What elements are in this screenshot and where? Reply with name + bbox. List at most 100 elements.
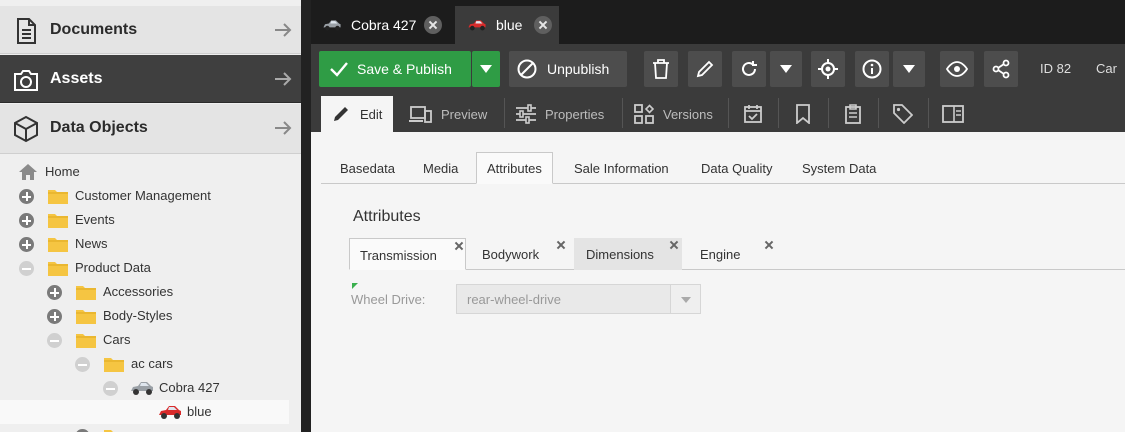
tree-item-events[interactable]: Events	[0, 208, 289, 232]
tab-system-data[interactable]: System Data	[792, 152, 886, 184]
tab-dependencies[interactable]	[781, 96, 825, 132]
object-editor-content: Basedata Media Attributes Sale Informati…	[311, 132, 1125, 432]
ban-icon	[517, 59, 537, 79]
info-button[interactable]	[855, 51, 889, 87]
tab-attributes[interactable]: Attributes	[476, 152, 553, 184]
expand-icon[interactable]	[19, 237, 34, 252]
tab-transmission[interactable]: Transmission	[349, 238, 466, 270]
close-icon[interactable]	[669, 240, 679, 250]
collapse-icon[interactable]	[75, 357, 90, 372]
tab-engine[interactable]: Engine	[686, 238, 776, 270]
tree-item-cobra-427[interactable]: Cobra 427	[0, 376, 289, 400]
tab-data-quality[interactable]: Data Quality	[691, 152, 783, 184]
info-options-dropdown[interactable]	[893, 51, 925, 87]
tab-edit[interactable]: Edit	[321, 96, 393, 132]
reload-options-dropdown[interactable]	[770, 51, 802, 87]
folder-icon	[48, 262, 68, 276]
share-button[interactable]	[984, 51, 1018, 87]
delete-button[interactable]	[644, 51, 678, 87]
expand-icon[interactable]	[47, 285, 62, 300]
preview-button[interactable]	[940, 51, 974, 87]
tree-item-label: Cobra 427	[159, 380, 220, 395]
documents-label: Documents	[50, 21, 138, 38]
split-panel-icon	[942, 105, 964, 123]
tab-label: Engine	[700, 247, 741, 262]
collapse-icon[interactable]	[47, 333, 62, 348]
doc-tab-cobra-427[interactable]: Cobra 427	[311, 6, 454, 44]
data-objects-panel-header[interactable]: Data Objects	[0, 104, 301, 154]
pencil-icon	[334, 107, 348, 121]
tab-notes[interactable]	[831, 96, 875, 132]
tab-versions[interactable]: Versions	[625, 96, 725, 132]
tab-divider	[878, 98, 879, 128]
bookmark-icon	[796, 104, 810, 124]
reload-button[interactable]	[732, 51, 766, 87]
tree-item-ac-cars[interactable]: ac cars	[0, 352, 289, 376]
unpublish-button[interactable]: Unpublish	[509, 51, 627, 87]
tag-icon	[893, 104, 913, 124]
tab-properties[interactable]: Properties	[507, 96, 619, 132]
tree-item-accessories[interactable]: Accessories	[0, 280, 289, 304]
documents-panel-header[interactable]: Documents	[0, 6, 301, 54]
arrow-right-icon[interactable]	[273, 118, 293, 138]
tree-item-home[interactable]: Home	[0, 160, 289, 184]
rename-button[interactable]	[688, 51, 722, 87]
folder-icon	[104, 358, 124, 372]
tree-item-customer-management[interactable]: Customer Management	[0, 184, 289, 208]
tab-tags[interactable]	[881, 96, 925, 132]
folder-icon	[76, 334, 96, 348]
expand-icon[interactable]	[19, 213, 34, 228]
close-icon[interactable]	[764, 240, 774, 250]
info-icon	[862, 59, 882, 79]
home-icon	[19, 164, 37, 180]
close-icon[interactable]	[454, 241, 464, 251]
devices-icon	[409, 106, 432, 123]
locate-in-tree-button[interactable]	[811, 51, 845, 87]
doc-tab-blue[interactable]: blue	[455, 6, 559, 44]
sliders-icon	[516, 104, 536, 124]
tab-label: Bodywork	[482, 247, 540, 262]
tab-preview[interactable]: Preview	[399, 96, 501, 132]
tab-bodywork[interactable]: Bodywork	[467, 238, 570, 270]
share-icon	[992, 59, 1010, 79]
tab-media[interactable]: Media	[413, 152, 468, 184]
tree-item-label: Body-Styles	[103, 308, 173, 323]
collapse-icon[interactable]	[19, 261, 34, 276]
arrow-right-icon[interactable]	[273, 20, 293, 40]
save-publish-label: Save & Publish	[357, 61, 452, 77]
tab-dimensions[interactable]: Dimensions	[574, 238, 682, 270]
tree-item-label: blue	[187, 404, 212, 419]
assets-panel-header[interactable]: Assets	[0, 55, 301, 103]
wheel-drive-label: Wheel Drive:	[351, 292, 426, 307]
tree-item-product-data[interactable]: Product Data	[0, 256, 289, 280]
tab-label: Preview	[441, 107, 488, 122]
collapse-icon[interactable]	[103, 381, 118, 396]
editor-tabs-bar: Edit Preview Properties Versions	[311, 94, 1125, 132]
car-grey-icon	[131, 382, 153, 395]
save-options-dropdown[interactable]	[472, 51, 500, 87]
tree-item-body-styles[interactable]: Body-Styles	[0, 304, 289, 328]
reload-icon	[742, 61, 757, 76]
tab-sale-information[interactable]: Sale Information	[564, 152, 679, 184]
object-class-label: Car	[1096, 61, 1117, 76]
close-icon[interactable]	[424, 16, 442, 34]
close-icon[interactable]	[556, 240, 566, 250]
tree-item-blue[interactable]: blue	[0, 400, 289, 424]
arrow-right-icon[interactable]	[273, 69, 293, 89]
wheel-drive-select[interactable]: rear-wheel-drive	[456, 284, 701, 314]
tree-item-next[interactable]	[0, 424, 289, 432]
save-publish-button[interactable]: Save & Publish	[319, 51, 471, 87]
tree-item-news[interactable]: News	[0, 232, 289, 256]
expand-icon[interactable]	[19, 189, 34, 204]
left-panel: Documents Assets Data Objects Home Custo…	[0, 0, 301, 432]
close-icon[interactable]	[534, 16, 552, 34]
folder-icon	[104, 430, 124, 432]
crosshair-icon	[818, 59, 838, 79]
expand-icon[interactable]	[47, 309, 62, 324]
tab-schedule[interactable]	[731, 96, 775, 132]
chevron-down-icon	[780, 65, 792, 73]
chevron-down-icon[interactable]	[670, 285, 700, 313]
tab-workflow[interactable]	[931, 96, 975, 132]
tab-basedata[interactable]: Basedata	[330, 152, 405, 184]
tree-item-cars[interactable]: Cars	[0, 328, 289, 352]
